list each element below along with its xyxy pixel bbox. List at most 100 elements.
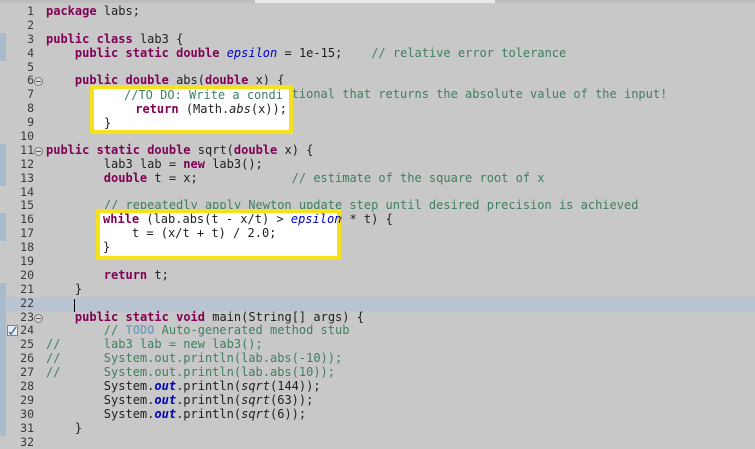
line-number: 3 xyxy=(27,31,34,46)
line-number: 9 xyxy=(27,115,34,130)
code-line[interactable]: 12 lab3 lab = new lab3(); xyxy=(0,156,755,172)
code-text[interactable]: // System.out.println(lab.abs(-10)); xyxy=(46,351,343,366)
keyword-token: class xyxy=(96,31,133,46)
code-text[interactable]: System.out.println(sqrt(63)); xyxy=(46,392,314,408)
line-number: 28 xyxy=(20,379,34,394)
code-text[interactable]: double t = x; // estimate of the square … xyxy=(46,170,545,186)
code-text[interactable]: lab3 lab = new lab3(); xyxy=(46,156,263,172)
code-token: lab3 { xyxy=(132,31,184,46)
code-line[interactable]: 29 System.out.println(sqrt(63)); xyxy=(0,392,755,408)
highlighted-code-line: t = (x/t + t) / 2.0; xyxy=(100,226,337,241)
code-token: } xyxy=(46,281,83,296)
code-text[interactable]: public static double sqrt(double x) { xyxy=(46,142,314,158)
line-number: 1 xyxy=(27,4,34,18)
line-number: 31 xyxy=(20,420,34,435)
code-text[interactable]: public static double epsilon = 1e-15; //… xyxy=(46,45,566,61)
code-token: System. xyxy=(46,392,155,407)
code-text[interactable]: return t; xyxy=(46,267,169,283)
collapse-fold-icon[interactable] xyxy=(34,77,43,87)
code-editor[interactable]: 1 package labs; 2 3 public class lab3 {4 pub… xyxy=(0,0,755,449)
line-number: 19 xyxy=(20,254,34,269)
code-text[interactable]: System.out.println(sqrt(6)); xyxy=(46,406,306,422)
line-number: 25 xyxy=(20,337,34,352)
code-token: out xyxy=(154,392,177,407)
code-token: lab3 lab = xyxy=(46,156,184,171)
line-number: 14 xyxy=(20,184,34,199)
code-token: (x)); xyxy=(250,101,287,116)
line-number: 12 xyxy=(20,156,34,171)
code-line[interactable]: 14 xyxy=(0,184,755,200)
code-token: epsilon xyxy=(290,212,342,226)
code-text[interactable]: // lab3 lab = new lab3(); xyxy=(46,337,263,352)
code-line[interactable]: 23 public static void main(String[] args… xyxy=(0,309,755,325)
code-line[interactable]: 13 double t = x; // estimate of the squa… xyxy=(0,170,755,186)
code-line[interactable]: 5 xyxy=(0,60,755,75)
code-text[interactable]: } xyxy=(46,420,83,436)
code-token: } xyxy=(104,115,112,130)
highlighted-code-line: } xyxy=(94,115,289,131)
code-text[interactable]: // System.out.println(lab.abs(10)); xyxy=(46,365,335,380)
code-line[interactable]: 22 xyxy=(0,295,755,311)
line-number: 30 xyxy=(20,406,34,421)
line-number: 16 xyxy=(20,212,34,227)
code-text[interactable]: System.out.println(sqrt(144)); xyxy=(46,379,321,394)
line-number: 23 xyxy=(20,309,34,324)
code-text[interactable]: public static void main(String[] args) { xyxy=(46,309,364,325)
editor-tab[interactable] xyxy=(255,0,495,3)
line-number: 22 xyxy=(20,295,34,310)
code-line[interactable]: 4 public static double epsilon = 1e-15; … xyxy=(0,45,755,61)
keyword-token: public xyxy=(46,31,90,46)
code-text[interactable]: } xyxy=(46,281,83,297)
comment-token: // xyxy=(46,365,61,380)
comment-token: //TO DO: Write a condi xyxy=(124,88,283,102)
collapse-fold-icon[interactable] xyxy=(34,313,43,323)
code-token: main(String[] args) { xyxy=(205,309,364,324)
code-text[interactable]: // TODO Auto-generated method stub xyxy=(46,323,350,338)
code-token: (144)); xyxy=(270,379,321,394)
line-number: 2 xyxy=(27,17,34,32)
code-line[interactable]: 27 // System.out.println(lab.abs(10)); xyxy=(0,365,755,381)
code-token: t; xyxy=(147,267,169,282)
comment-token: // estimate of the square root of x xyxy=(291,170,545,185)
code-token: x) { xyxy=(277,142,314,157)
comment-token: lab3 lab = new lab3(); xyxy=(60,337,263,352)
code-token: } xyxy=(46,420,83,435)
code-line[interactable]: 30 System.out.println(sqrt(6)); xyxy=(0,406,755,422)
highlighted-code-line: //TO DO: Write a condi xyxy=(94,88,289,103)
line-number: 20 xyxy=(20,267,34,282)
code-token: out xyxy=(154,406,177,421)
code-line[interactable]: 21 } xyxy=(0,281,755,297)
code-token: System. xyxy=(46,379,155,394)
keyword-token: void xyxy=(176,309,205,324)
code-line[interactable]: 25 // lab3 lab = new lab3(); xyxy=(0,337,755,353)
code-line[interactable]: 28 System.out.println(sqrt(144)); xyxy=(0,379,755,394)
code-token: .println( xyxy=(176,406,242,421)
line-number: 8 xyxy=(27,101,34,116)
comment-token: System.out.println(lab.abs(-10)); xyxy=(60,351,343,366)
keyword-token: static xyxy=(125,45,169,60)
line-number: 27 xyxy=(20,365,34,380)
code-line[interactable]: 24 // TODO Auto-generated method stub xyxy=(0,323,755,339)
code-line[interactable]: 26 // System.out.println(lab.abs(-10)); xyxy=(0,351,755,367)
code-text[interactable]: package labs; xyxy=(46,4,140,19)
code-token: lab3(); xyxy=(204,156,263,171)
code-line[interactable]: 20 return t; xyxy=(0,267,755,283)
line-number: 11 xyxy=(20,142,34,157)
keyword-token: double xyxy=(147,142,191,157)
code-line[interactable]: 11 public static double sqrt(double x) { xyxy=(0,142,755,158)
code-line[interactable]: 1 package labs; xyxy=(0,4,755,19)
code-token: System. xyxy=(46,406,155,421)
code-token: out xyxy=(154,379,177,394)
code-token: TODO xyxy=(125,323,155,338)
code-line[interactable]: 2 xyxy=(0,17,755,33)
code-text[interactable]: public class lab3 { xyxy=(46,31,184,47)
code-line[interactable]: 31 } xyxy=(0,420,755,436)
collapse-fold-icon[interactable] xyxy=(34,146,43,156)
line-number: 6 xyxy=(27,73,34,88)
code-line[interactable]: 32 xyxy=(0,435,755,449)
keyword-token: package xyxy=(46,4,97,18)
code-line[interactable]: 3 public class lab3 { xyxy=(0,31,755,47)
